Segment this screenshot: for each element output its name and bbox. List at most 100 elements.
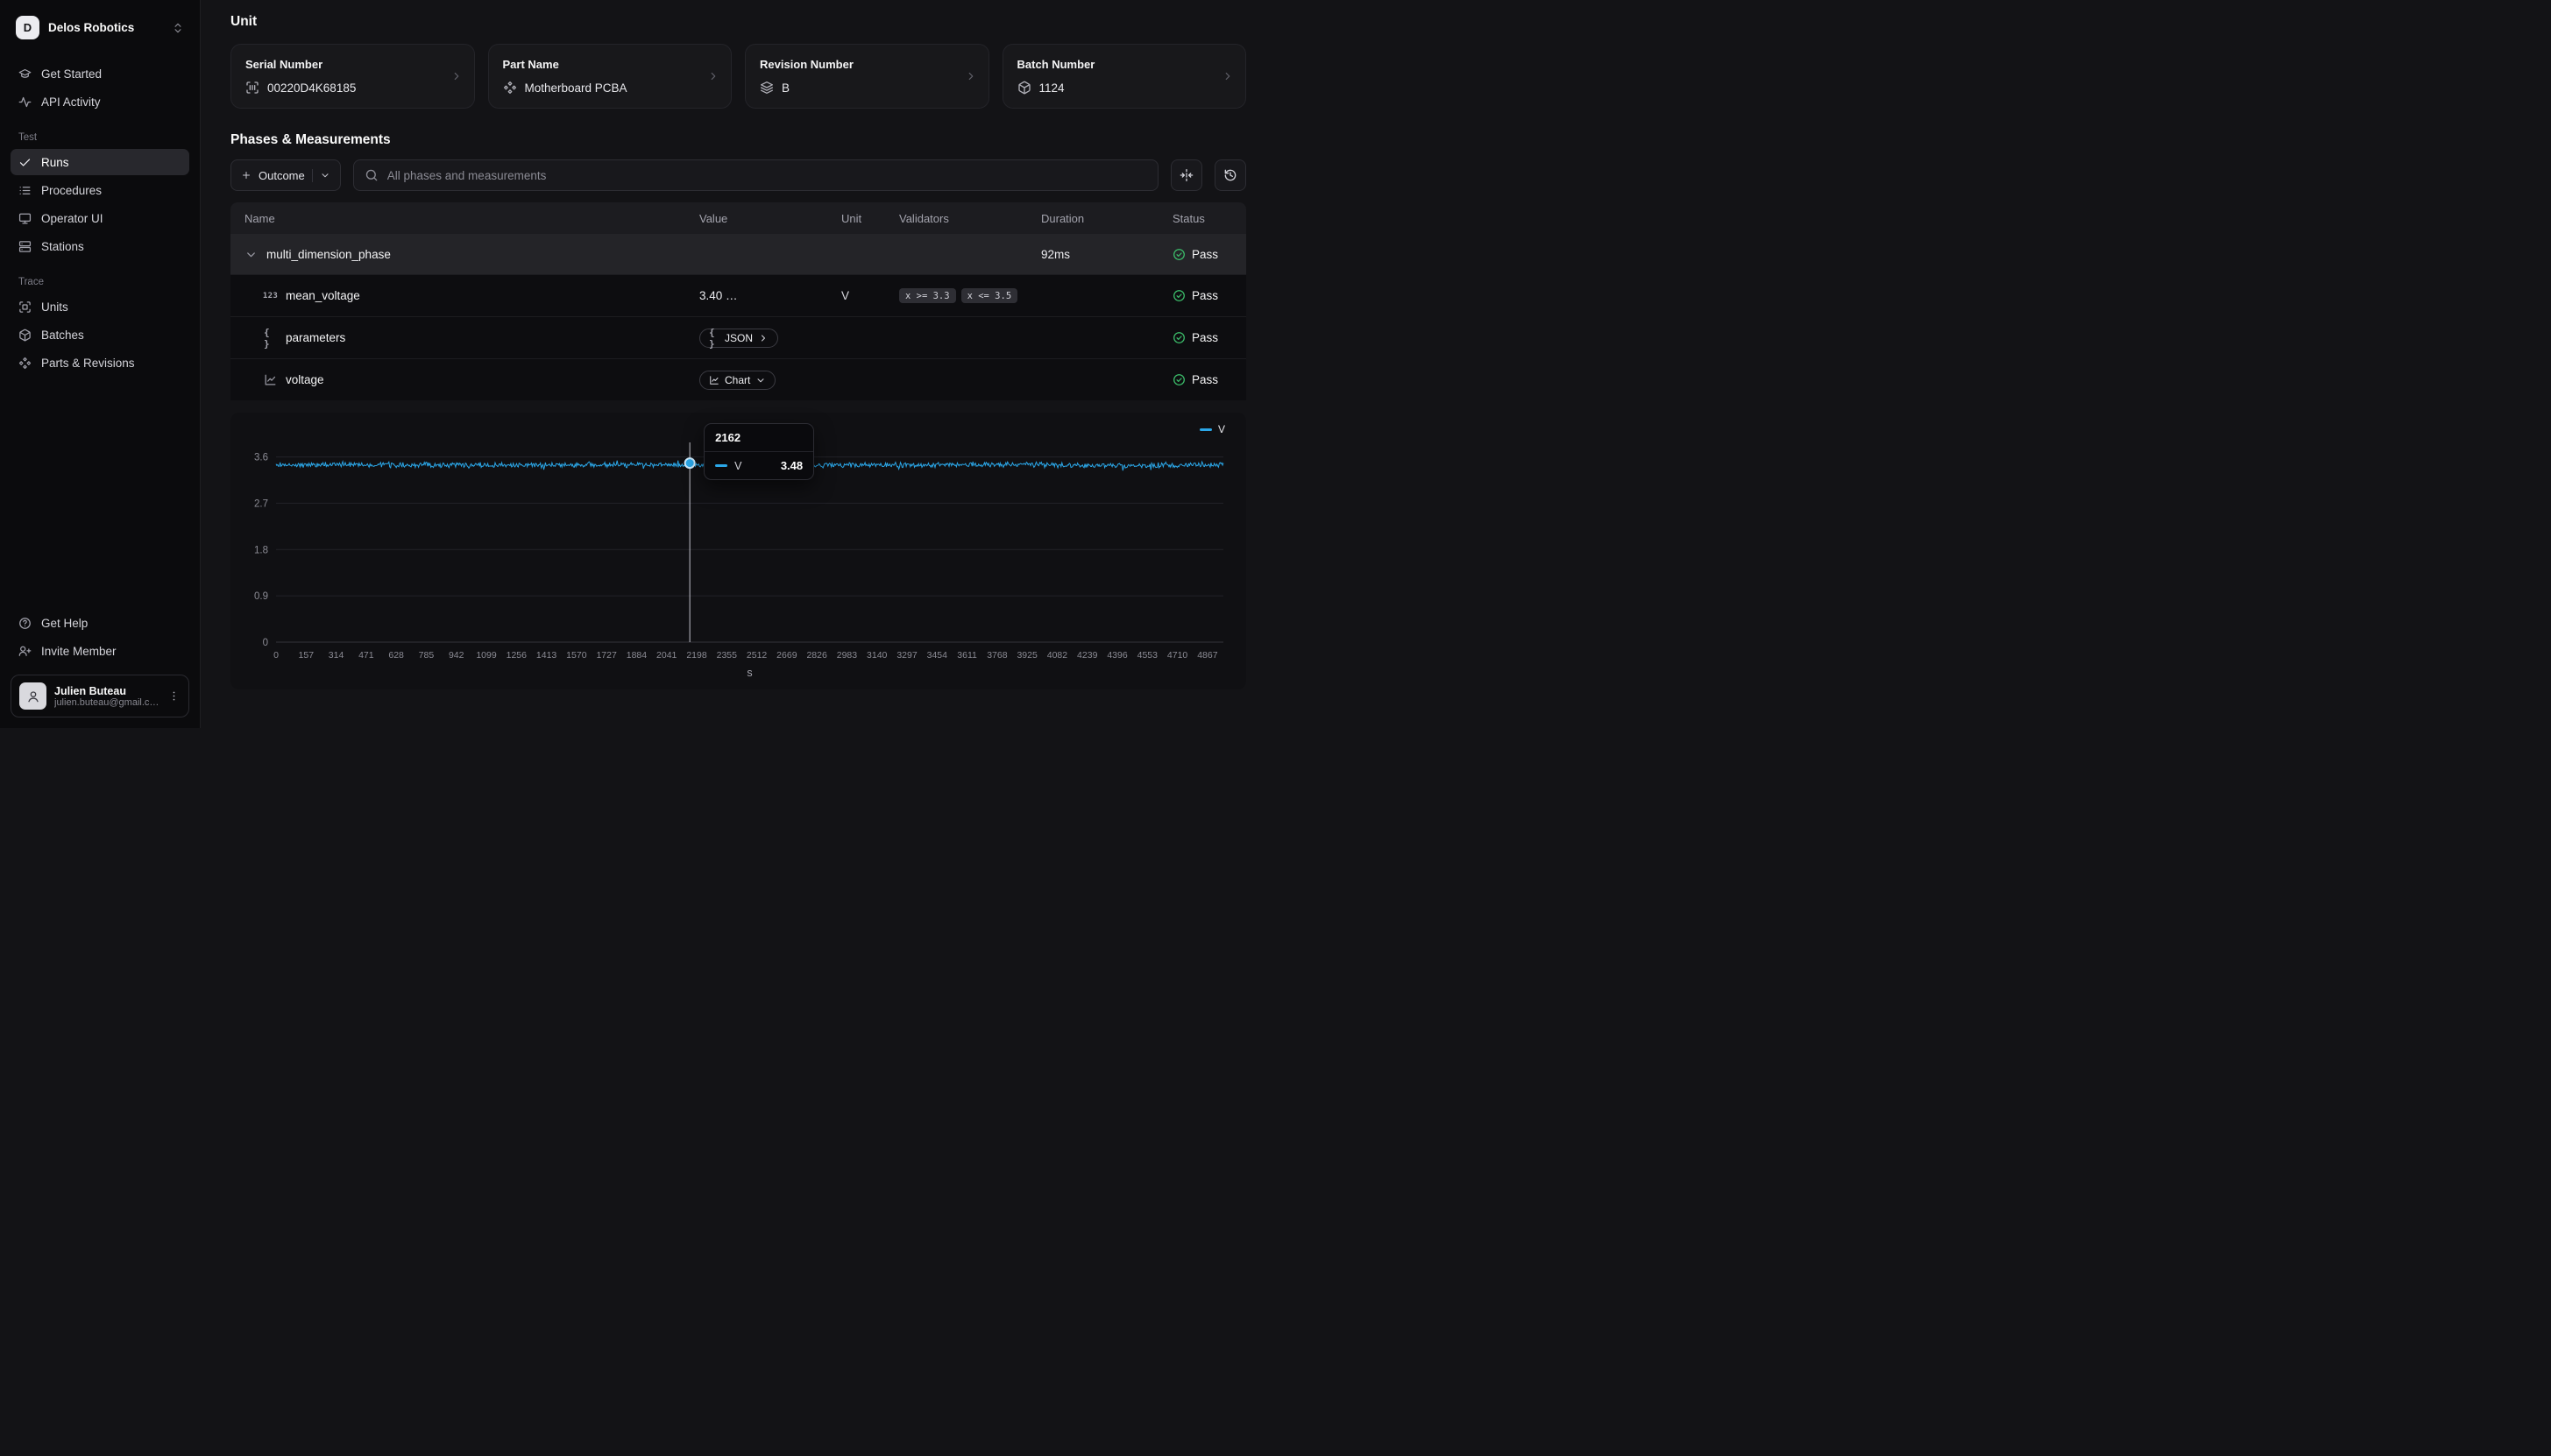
- svg-text:1570: 1570: [566, 650, 587, 661]
- svg-text:2355: 2355: [717, 650, 738, 661]
- svg-text:3.6: 3.6: [254, 453, 268, 463]
- svg-text:4396: 4396: [1107, 650, 1128, 661]
- unit-card-serial-number[interactable]: Serial Number00220D4K68185: [230, 44, 475, 109]
- svg-text:4553: 4553: [1137, 650, 1159, 661]
- sidebar-footer: Get Help Invite Member Julien Buteau juli…: [11, 610, 189, 717]
- check-icon: [18, 156, 32, 169]
- phases-table: NameValueUnitValidatorsDurationStatusmul…: [230, 202, 1246, 400]
- status-badge: Pass: [1162, 248, 1246, 261]
- search-icon: [365, 168, 379, 182]
- user-avatar: [19, 682, 46, 710]
- search-input[interactable]: [387, 169, 1147, 182]
- chevron-right-icon: [1222, 70, 1234, 82]
- card-value-text: Motherboard PCBA: [525, 81, 627, 95]
- sidebar-item-invite-member[interactable]: Invite Member: [11, 638, 189, 664]
- tooltip-series-name: V: [734, 460, 741, 472]
- tooltip-series-value: 3.48: [781, 459, 803, 472]
- svg-text:0: 0: [273, 650, 279, 661]
- unit-cards-row: Serial Number00220D4K68185Part NameMothe…: [230, 44, 1246, 109]
- row-name: parameters: [286, 331, 345, 344]
- server-icon: [18, 240, 32, 253]
- chevron-down-icon: [320, 170, 330, 180]
- monitor-icon: [18, 212, 32, 225]
- search-box[interactable]: [353, 159, 1159, 191]
- number-icon: 123: [264, 289, 277, 302]
- graduation-cap-icon: [18, 67, 32, 81]
- component-icon: [18, 357, 32, 370]
- tooltip-series-dash: [715, 464, 727, 467]
- svg-text:1884: 1884: [627, 650, 648, 661]
- svg-text:3925: 3925: [1017, 650, 1038, 661]
- list-icon: [18, 184, 32, 197]
- help-circle-icon: [18, 617, 32, 630]
- kebab-menu-icon[interactable]: [167, 689, 181, 703]
- sidebar: D Delos Robotics Get Started API Activity…: [0, 0, 201, 728]
- sidebar-item-runs[interactable]: Runs: [11, 149, 189, 175]
- unit-card-part-name[interactable]: Part NameMotherboard PCBA: [488, 44, 733, 109]
- scan-box-icon: [18, 300, 32, 314]
- divider: [312, 169, 313, 182]
- workspace-switcher[interactable]: D Delos Robotics: [11, 11, 189, 45]
- braces-icon: { }: [709, 333, 719, 343]
- history-button[interactable]: [1215, 159, 1246, 191]
- status-badge: Pass: [1162, 373, 1246, 386]
- row-duration: 92ms: [1031, 248, 1162, 261]
- row-name: multi_dimension_phase: [266, 248, 391, 261]
- user-card[interactable]: Julien Buteau julien.buteau@gmail.com: [11, 675, 189, 717]
- column-header-value: Value: [689, 212, 831, 225]
- sidebar-item-label: Get Help: [41, 617, 88, 630]
- chevron-right-icon: [450, 70, 463, 82]
- sidebar-item-procedures[interactable]: Procedures: [11, 177, 189, 203]
- voltage-chart-panel[interactable]: 00.91.82.73.6015731447162878594210991256…: [230, 413, 1246, 689]
- validator-chip: x <= 3.5: [961, 288, 1018, 303]
- chart-tooltip: 2162 V 3.48: [704, 423, 814, 480]
- fold-columns-button[interactable]: [1171, 159, 1202, 191]
- sidebar-item-get-started[interactable]: Get Started: [11, 60, 189, 87]
- user-name: Julien Buteau: [54, 685, 159, 697]
- sidebar-item-batches[interactable]: Batches: [11, 322, 189, 348]
- activity-icon: [18, 95, 32, 109]
- card-value: B: [760, 81, 974, 95]
- json-badge[interactable]: { }JSON: [699, 329, 778, 348]
- workspace-avatar: D: [16, 16, 39, 39]
- svg-text:2826: 2826: [806, 650, 827, 661]
- svg-text:3611: 3611: [957, 650, 977, 661]
- sidebar-item-api-activity[interactable]: API Activity: [11, 88, 189, 115]
- svg-text:3768: 3768: [987, 650, 1008, 661]
- svg-text:785: 785: [419, 650, 435, 661]
- sidebar-item-label: API Activity: [41, 95, 101, 109]
- chevron-up-down-icon: [172, 22, 184, 34]
- svg-text:2669: 2669: [776, 650, 797, 661]
- table-row-multi-dimension-phase[interactable]: multi_dimension_phase 92msPass: [230, 234, 1246, 274]
- unit-card-batch-number[interactable]: Batch Number1124: [1003, 44, 1247, 109]
- sidebar-item-units[interactable]: Units: [11, 293, 189, 320]
- svg-text:4710: 4710: [1167, 650, 1188, 661]
- card-value: Motherboard PCBA: [503, 81, 718, 95]
- column-header-validators: Validators: [889, 212, 1031, 225]
- svg-text:2041: 2041: [656, 650, 677, 661]
- sidebar-item-label: Parts & Revisions: [41, 357, 135, 370]
- sidebar-item-get-help[interactable]: Get Help: [11, 610, 189, 636]
- legend-series-label: V: [1218, 423, 1225, 435]
- svg-text:1.8: 1.8: [254, 545, 268, 555]
- svg-text:0.9: 0.9: [254, 591, 268, 602]
- sidebar-item-label: Stations: [41, 240, 84, 253]
- table-row-mean-voltage[interactable]: 123mean_voltage3.40 …Vx >= 3.3x <= 3.5Pa…: [230, 274, 1246, 316]
- main-content: Unit Serial Number00220D4K68185Part Name…: [201, 0, 1276, 728]
- chart-badge[interactable]: Chart: [699, 371, 776, 390]
- outcome-filter-button[interactable]: Outcome: [230, 159, 341, 191]
- sidebar-item-parts-revisions[interactable]: Parts & Revisions: [11, 350, 189, 376]
- svg-text:4867: 4867: [1197, 650, 1218, 661]
- sidebar-item-label: Batches: [41, 329, 84, 342]
- sidebar-item-stations[interactable]: Stations: [11, 233, 189, 259]
- chart-legend[interactable]: V: [1200, 423, 1225, 435]
- status-badge: Pass: [1162, 331, 1246, 344]
- package-icon: [1017, 81, 1031, 95]
- unit-card-revision-number[interactable]: Revision NumberB: [745, 44, 989, 109]
- table-row-voltage[interactable]: voltageChartPass: [230, 358, 1246, 400]
- sidebar-section-label-test: Test: [18, 132, 181, 143]
- sidebar-item-operator-ui[interactable]: Operator UI: [11, 205, 189, 231]
- table-row-parameters[interactable]: { } parameters { }JSON Pass: [230, 316, 1246, 358]
- svg-text:628: 628: [388, 650, 404, 661]
- chart-icon: [264, 373, 277, 386]
